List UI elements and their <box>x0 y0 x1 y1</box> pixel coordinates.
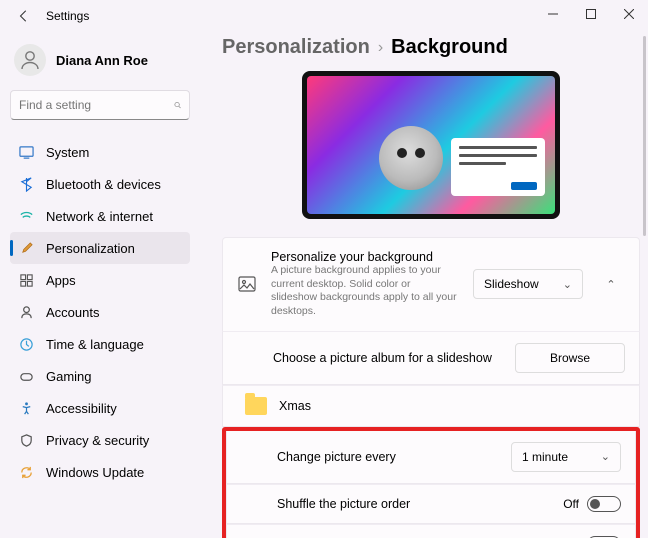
preview-subject <box>379 126 443 190</box>
setting-label: Choose a picture album for a slideshow <box>273 351 503 365</box>
nav-update[interactable]: Windows Update <box>10 456 190 488</box>
nav-label: Personalization <box>46 241 135 256</box>
nav-label: Apps <box>46 273 76 288</box>
background-preview <box>302 71 560 219</box>
back-button[interactable] <box>8 0 40 32</box>
highlighted-settings: Change picture every 1 minute ⌄ Shuffle … <box>222 427 640 538</box>
nav-label: Windows Update <box>46 465 144 480</box>
toggle-state: Off <box>563 497 579 511</box>
update-icon <box>18 464 34 480</box>
search-icon <box>174 98 181 112</box>
setting-title: Personalize your background <box>271 250 459 264</box>
personalize-background-card[interactable]: Personalize your background A picture ba… <box>222 237 640 331</box>
shuffle-row: Shuffle the picture order Off <box>226 484 636 524</box>
breadcrumb: Personalization › Background <box>222 36 640 59</box>
preview-image <box>307 76 555 214</box>
nav-label: Bluetooth & devices <box>46 177 161 192</box>
bluetooth-icon <box>18 176 34 192</box>
setting-label: Change picture every <box>277 450 499 464</box>
nav-gaming[interactable]: Gaming <box>10 360 190 392</box>
nav-accessibility[interactable]: Accessibility <box>10 392 190 424</box>
nav-apps[interactable]: Apps <box>10 264 190 296</box>
search-box[interactable] <box>10 90 190 120</box>
user-profile[interactable]: Diana Ann Roe <box>10 38 190 90</box>
picture-icon <box>237 275 257 293</box>
chevron-down-icon: ⌄ <box>601 450 610 463</box>
nav-label: System <box>46 145 89 160</box>
nav-accounts[interactable]: Accounts <box>10 296 190 328</box>
maximize-icon <box>586 9 596 19</box>
nav-label: Privacy & security <box>46 433 149 448</box>
album-folder-row[interactable]: Xmas <box>222 385 640 427</box>
main-content: Personalization › Background Personalize… <box>200 32 648 538</box>
setting-label: Shuffle the picture order <box>277 497 551 511</box>
shuffle-toggle[interactable] <box>587 496 621 512</box>
clock-icon <box>18 336 34 352</box>
window-controls <box>534 0 648 28</box>
nav-system[interactable]: System <box>10 136 190 168</box>
shield-icon <box>18 432 34 448</box>
accounts-icon <box>18 304 34 320</box>
nav-label: Time & language <box>46 337 144 352</box>
sidebar: Diana Ann Roe System Bluetooth & devices… <box>0 32 200 538</box>
browse-button[interactable]: Browse <box>515 343 625 373</box>
folder-icon <box>245 397 267 415</box>
nav-label: Accessibility <box>46 401 117 416</box>
nav-network[interactable]: Network & internet <box>10 200 190 232</box>
dropdown-value: Slideshow <box>484 277 539 291</box>
battery-row: Let slideshow run even if I'm on battery… <box>226 524 636 538</box>
folder-name: Xmas <box>279 399 311 413</box>
titlebar: Settings <box>0 0 648 32</box>
breadcrumb-parent[interactable]: Personalization <box>222 36 370 59</box>
accessibility-icon <box>18 400 34 416</box>
interval-dropdown[interactable]: 1 minute ⌄ <box>511 442 621 472</box>
minimize-button[interactable] <box>534 0 572 28</box>
nav-privacy[interactable]: Privacy & security <box>10 424 190 456</box>
nav-bluetooth[interactable]: Bluetooth & devices <box>10 168 190 200</box>
chevron-down-icon: ⌄ <box>563 278 572 291</box>
background-type-dropdown[interactable]: Slideshow ⌄ <box>473 269 583 299</box>
arrow-left-icon <box>17 9 31 23</box>
preview-window <box>451 138 545 196</box>
album-row: Choose a picture album for a slideshow B… <box>222 331 640 385</box>
page-title: Background <box>391 36 508 59</box>
setting-description: A picture background applies to your cur… <box>271 264 459 319</box>
chevron-up-icon: ⌃ <box>606 278 615 291</box>
dropdown-value: 1 minute <box>522 450 568 464</box>
nav-personalization[interactable]: Personalization <box>10 232 190 264</box>
scrollbar[interactable] <box>643 36 646 236</box>
system-icon <box>18 144 34 160</box>
nav-label: Accounts <box>46 305 99 320</box>
nav-label: Gaming <box>46 369 92 384</box>
user-name: Diana Ann Roe <box>56 53 148 68</box>
close-button[interactable] <box>610 0 648 28</box>
window-title: Settings <box>46 9 89 23</box>
change-interval-row: Change picture every 1 minute ⌄ <box>226 431 636 484</box>
gaming-icon <box>18 368 34 384</box>
search-input[interactable] <box>19 98 174 112</box>
wifi-icon <box>18 208 34 224</box>
nav-label: Network & internet <box>46 209 153 224</box>
brush-icon <box>18 240 34 256</box>
user-icon <box>18 48 42 72</box>
collapse-button[interactable]: ⌃ <box>597 270 625 298</box>
maximize-button[interactable] <box>572 0 610 28</box>
minimize-icon <box>548 9 558 19</box>
avatar <box>14 44 46 76</box>
apps-icon <box>18 272 34 288</box>
chevron-right-icon: › <box>378 39 383 57</box>
close-icon <box>624 9 634 19</box>
nav-time[interactable]: Time & language <box>10 328 190 360</box>
nav-list: System Bluetooth & devices Network & int… <box>10 136 190 488</box>
